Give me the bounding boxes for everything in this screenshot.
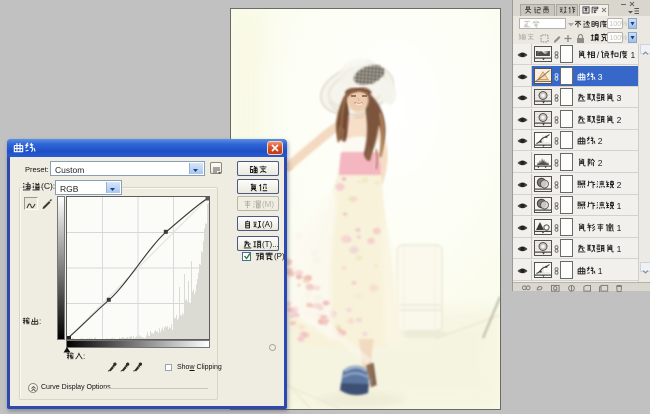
svg-text:/: / xyxy=(597,50,600,60)
svg-text:1: 1 xyxy=(617,244,622,254)
svg-text:2: 2 xyxy=(617,180,622,190)
svg-text:1: 1 xyxy=(617,201,622,211)
svg-text:2: 2 xyxy=(617,115,622,125)
svg-text:3: 3 xyxy=(598,72,603,82)
svg-text:2: 2 xyxy=(598,158,603,168)
svg-text:3: 3 xyxy=(617,93,622,103)
svg-text:1: 1 xyxy=(631,50,636,60)
svg-text:1: 1 xyxy=(598,266,603,276)
svg-text:2: 2 xyxy=(598,136,603,146)
svg-text:1: 1 xyxy=(617,223,622,233)
